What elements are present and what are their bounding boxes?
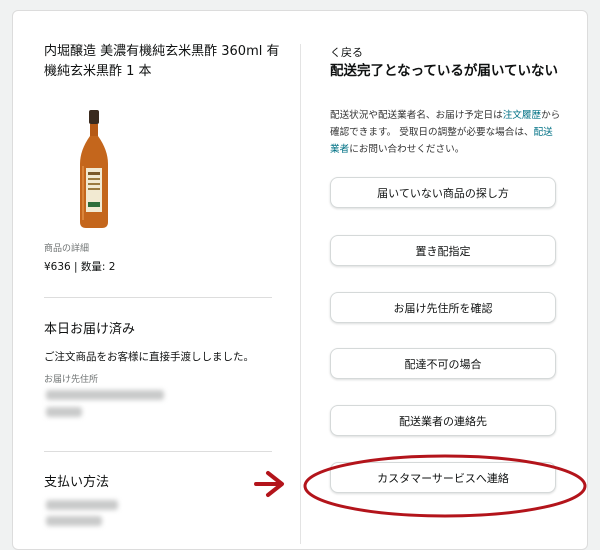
- redacted-address-line: [46, 390, 164, 400]
- back-link[interactable]: く戻る: [330, 44, 363, 60]
- column-divider: [300, 44, 301, 544]
- delivery-message: ご注文商品をお客様に直接手渡ししました。: [44, 351, 254, 363]
- redacted-payment-line: [46, 500, 118, 510]
- order-history-link[interactable]: 注文履歴: [503, 110, 541, 121]
- address-label: お届け先住所: [44, 375, 99, 385]
- help-title: 配送完了となっているが届いていない: [330, 63, 559, 79]
- carrier-contact-button[interactable]: 配送業者の連絡先: [330, 405, 556, 436]
- payment-method-title: 支払い方法: [44, 475, 110, 490]
- product-price-quantity: ¥636 | 数量: 2: [44, 261, 116, 273]
- delivery-status-title: 本日お届け済み: [44, 322, 136, 337]
- redacted-address-line: [46, 407, 82, 417]
- help-desc-text: にお問い合わせください。: [349, 144, 465, 155]
- help-desc-text: 配送状況や配送業者名、お届け予定日は: [330, 110, 503, 121]
- redacted-payment-line: [46, 516, 102, 526]
- product-detail-label: 商品の詳細: [44, 244, 90, 254]
- unattended-delivery-button[interactable]: 置き配指定: [330, 235, 556, 266]
- undeliverable-button[interactable]: 配達不可の場合: [330, 348, 556, 379]
- arrow-right-icon: [254, 471, 284, 497]
- check-address-button[interactable]: お届け先住所を確認: [330, 292, 556, 323]
- highlight-ellipse: [303, 454, 587, 518]
- product-title[interactable]: 内堀醸造 美濃有機純玄米黒酢 360ml 有機純玄米黒酢 1 本: [44, 42, 284, 82]
- find-missing-item-button[interactable]: 届いていない商品の探し方: [330, 177, 556, 208]
- product-image[interactable]: [74, 110, 114, 230]
- divider: [44, 451, 272, 452]
- help-description: 配送状況や配送業者名、お届け予定日は注文履歴から確認できます。 受取日の調整が必…: [330, 107, 562, 158]
- divider: [44, 297, 272, 298]
